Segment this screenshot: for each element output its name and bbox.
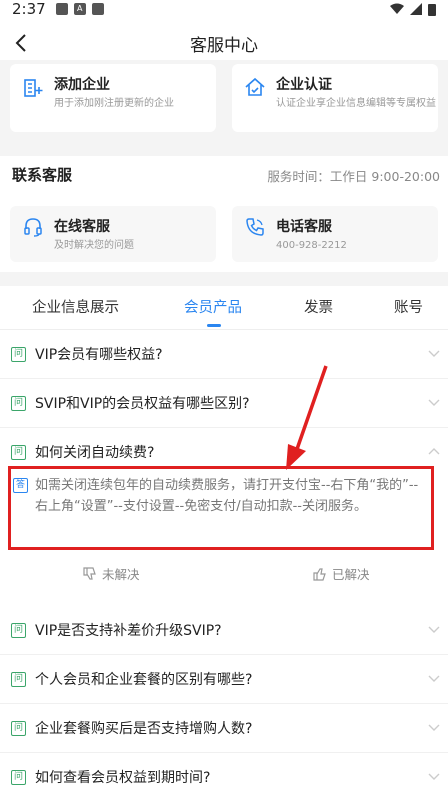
online-service-card[interactable]: 在线客服 及时解决您的问题 — [10, 206, 216, 262]
answer-badge-icon: 答 — [13, 478, 28, 493]
faq-question: VIP是否支持补差价升级SVIP? — [35, 623, 222, 639]
question-badge-icon: 问 — [11, 347, 26, 362]
section-divider — [0, 144, 448, 156]
page-title: 客服中心 — [190, 35, 258, 56]
faq-question: 如何关闭自动续费? — [35, 445, 155, 461]
faq-question: SVIP和VIP的会员权益有哪些区别? — [35, 396, 250, 412]
phone-service-card[interactable]: 电话客服 400-928-2212 — [232, 206, 438, 262]
status-bar: 2:37 A — [0, 0, 448, 18]
phone-icon — [246, 218, 264, 236]
status-time: 2:37 — [12, 0, 46, 18]
certification-title: 企业认证 — [276, 77, 332, 93]
active-tab-indicator — [207, 324, 221, 327]
chevron-up-icon — [428, 448, 440, 455]
building-add-icon — [24, 79, 43, 97]
faq-question: VIP会员有哪些权益? — [35, 347, 163, 363]
faq-item[interactable]: 问 VIP是否支持补差价升级SVIP? — [0, 606, 448, 655]
section-divider-2 — [0, 272, 448, 286]
tab-member-products[interactable]: 会员产品 — [184, 296, 242, 317]
resolved-button[interactable]: 已解决 — [312, 564, 370, 583]
feedback-row: 未解决 已解决 — [0, 562, 448, 586]
tab-account[interactable]: 账号 — [394, 296, 423, 317]
chevron-down-icon — [428, 399, 440, 406]
notification-icon — [55, 3, 68, 15]
phone-service-number: 400-928-2212 — [276, 240, 347, 251]
faq-item[interactable]: 问 企业套餐购买后是否支持增购人数? — [0, 704, 448, 753]
phone-service-title: 电话客服 — [276, 219, 332, 235]
question-badge-icon: 问 — [11, 672, 26, 687]
media-icon — [91, 3, 104, 15]
battery-icon — [428, 3, 436, 16]
faq-item[interactable]: 问 SVIP和VIP的会员权益有哪些区别? — [0, 379, 448, 428]
add-enterprise-card[interactable]: 添加企业 用于添加刚注册更新的企业 — [10, 64, 216, 132]
app-a-icon: A — [73, 3, 86, 15]
chevron-down-icon — [428, 724, 440, 731]
question-badge-icon: 问 — [11, 721, 26, 736]
question-badge-icon: 问 — [11, 770, 26, 785]
faq-item[interactable]: 问 如何查看会员权益到期时间? — [0, 753, 448, 802]
faq-question: 企业套餐购买后是否支持增购人数? — [35, 721, 253, 737]
chevron-down-icon — [428, 675, 440, 682]
unresolved-label: 未解决 — [102, 567, 140, 582]
house-check-icon — [245, 77, 265, 96]
question-badge-icon: 问 — [11, 396, 26, 411]
contact-title: 联系客服 — [12, 166, 73, 184]
unresolved-button[interactable]: 未解决 — [82, 564, 140, 583]
tab-enterprise-info[interactable]: 企业信息展示 — [32, 296, 119, 317]
chevron-down-icon — [428, 773, 440, 780]
resolved-label: 已解决 — [332, 567, 370, 582]
faq-item[interactable]: 问 个人会员和企业套餐的区别有哪些? — [0, 655, 448, 704]
online-service-title: 在线客服 — [54, 219, 110, 235]
headset-icon — [24, 218, 42, 237]
faq-question: 个人会员和企业套餐的区别有哪些? — [35, 672, 253, 688]
faq-item[interactable]: 问 VIP会员有哪些权益? — [0, 330, 448, 379]
signal-icon — [410, 3, 422, 15]
back-arrow-icon[interactable] — [10, 31, 34, 55]
tab-invoice[interactable]: 发票 — [304, 296, 333, 317]
question-badge-icon: 问 — [11, 623, 26, 638]
contact-header: 联系客服 服务时间：工作日 9:00-20:00 — [0, 160, 448, 192]
thumbs-down-icon — [83, 566, 96, 580]
certification-subtitle: 认证企业享企业信息编辑等专属权益 — [276, 98, 436, 109]
answer-highlight: 答 如需关闭连续包年的自动续费服务，请打开支付宝--右下角“我的”--右上角“设… — [8, 466, 434, 550]
enterprise-certification-card[interactable]: 企业认证 认证企业享企业信息编辑等专属权益 — [232, 64, 438, 132]
answer-text: 如需关闭连续包年的自动续费服务，请打开支付宝--右下角“我的”--右上角“设置”… — [35, 478, 419, 514]
chevron-down-icon — [428, 626, 440, 633]
wifi-icon — [390, 3, 404, 14]
thumbs-up-icon — [313, 567, 326, 581]
faq-question: 如何查看会员权益到期时间? — [35, 770, 211, 786]
question-badge-icon: 问 — [11, 445, 26, 460]
faq-tabs: 企业信息展示 会员产品 发票 账号 — [0, 290, 448, 330]
add-enterprise-title: 添加企业 — [54, 77, 110, 93]
add-enterprise-subtitle: 用于添加刚注册更新的企业 — [54, 98, 174, 109]
online-service-subtitle: 及时解决您的问题 — [54, 240, 134, 251]
chevron-down-icon — [428, 350, 440, 357]
nav-bar: 客服中心 — [0, 22, 448, 64]
service-hours: 服务时间：工作日 9:00-20:00 — [267, 169, 440, 184]
